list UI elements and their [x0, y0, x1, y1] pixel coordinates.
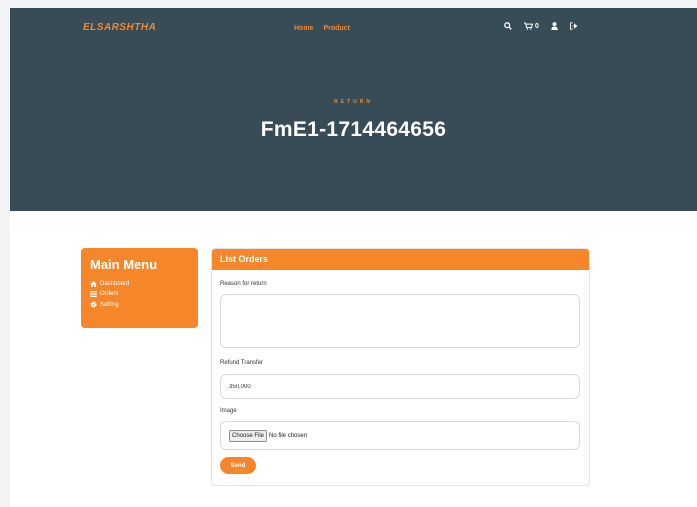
file-status: No file chosen: [269, 432, 308, 439]
reason-label: Reason for return: [220, 281, 267, 287]
home-icon: [90, 281, 97, 287]
main-menu-title: Main Menu: [90, 257, 158, 272]
nav-home[interactable]: Home: [294, 25, 313, 32]
cart-icon: [524, 22, 533, 30]
send-button[interactable]: Send: [220, 457, 256, 474]
card-title: List Orders: [212, 249, 589, 270]
gear-icon: [90, 301, 97, 308]
nav-product[interactable]: Product: [323, 25, 349, 32]
image-label: Image: [220, 408, 237, 414]
cart-count: 0: [535, 22, 539, 30]
main-menu: Main Menu Dashboard Orders Setting: [81, 248, 198, 328]
list-icon: [90, 291, 97, 297]
return-form-card: List Orders Reason for return Refund Tra…: [211, 248, 590, 486]
refund-input[interactable]: [220, 374, 580, 399]
menu-item-label: Orders: [100, 291, 119, 297]
menu-item-setting[interactable]: Setting: [90, 301, 119, 308]
brand-logo[interactable]: ELSARSHTHA: [83, 22, 156, 33]
logout-button[interactable]: [569, 22, 578, 30]
choose-file-button[interactable]: Choose File: [229, 429, 268, 442]
page: ELSARSHTHA Home Product 0 RETURN FmE1-17…: [10, 8, 697, 507]
hero-eyebrow: RETURN: [334, 99, 373, 105]
menu-item-dashboard[interactable]: Dashboard: [90, 281, 129, 287]
hero-banner: ELSARSHTHA Home Product 0 RETURN FmE1-17…: [10, 8, 697, 211]
search-icon: [504, 22, 512, 30]
user-icon: [551, 22, 558, 30]
search-button[interactable]: [504, 22, 512, 30]
reason-textarea[interactable]: [220, 294, 580, 348]
logout-icon: [569, 22, 578, 30]
menu-item-orders[interactable]: Orders: [90, 291, 118, 297]
cart-button[interactable]: 0: [524, 22, 539, 30]
menu-item-label: Dashboard: [100, 281, 130, 287]
account-button[interactable]: [551, 22, 558, 30]
image-file-input: Choose File No file chosen: [220, 421, 580, 450]
refund-label: Refund Transfer: [220, 360, 264, 366]
menu-item-label: Setting: [100, 301, 119, 308]
header-icons: 0: [504, 22, 578, 30]
top-nav: Home Product: [294, 25, 350, 32]
page-title: FmE1-1714464656: [260, 118, 447, 141]
